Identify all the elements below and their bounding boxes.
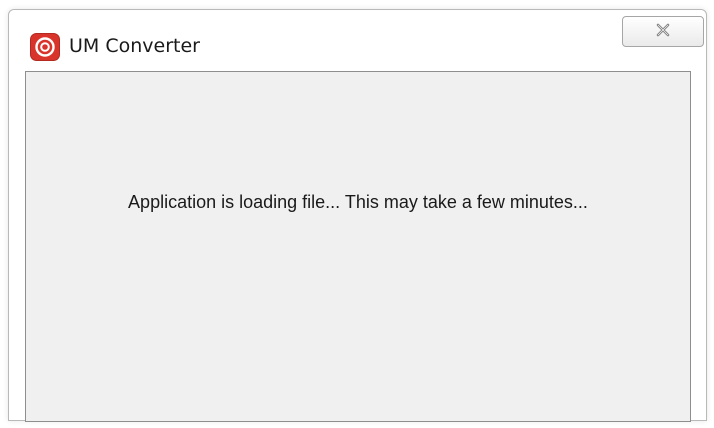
- um-converter-window: UM Converter Application is loading file…: [8, 9, 707, 422]
- close-button[interactable]: [622, 16, 704, 47]
- loading-message: Application is loading file... This may …: [128, 192, 588, 212]
- app-icon: [30, 33, 60, 61]
- dialog-content-area: Application is loading file... This may …: [25, 71, 691, 422]
- window-title: UM Converter: [69, 35, 200, 57]
- close-icon: [654, 22, 672, 41]
- title-bar[interactable]: UM Converter: [9, 10, 706, 70]
